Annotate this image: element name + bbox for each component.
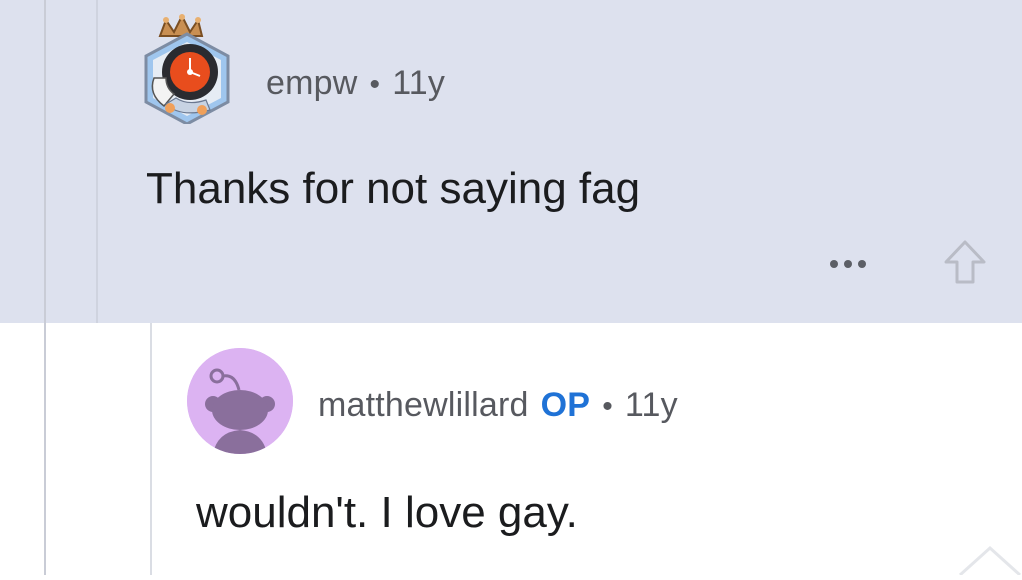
upvote-arrow-icon[interactable]: [942, 236, 988, 288]
comment-meta: empw • 11y: [266, 64, 445, 103]
corner-decoration: [950, 540, 1022, 577]
crowned-snoo-avatar-icon[interactable]: [140, 13, 234, 126]
op-badge: OP: [540, 386, 591, 424]
default-snoo-avatar-icon[interactable]: [187, 348, 293, 454]
username-link[interactable]: matthewlillard: [318, 386, 529, 424]
comment-age[interactable]: 11y: [392, 64, 445, 102]
username-link[interactable]: empw: [266, 64, 358, 102]
separator-dot: •: [369, 68, 381, 101]
thread-line[interactable]: [96, 0, 98, 323]
more-dots-icon[interactable]: [830, 252, 874, 276]
comment-age[interactable]: 11y: [625, 386, 678, 424]
separator-dot: •: [602, 390, 613, 423]
comment-meta: matthewlillard OP • 11y: [318, 386, 678, 425]
comment-body: wouldn't. I love gay.: [196, 488, 578, 537]
thread-line[interactable]: [44, 0, 46, 575]
comment-body: Thanks for not saying fag: [146, 164, 641, 213]
thread-line[interactable]: [150, 323, 152, 575]
